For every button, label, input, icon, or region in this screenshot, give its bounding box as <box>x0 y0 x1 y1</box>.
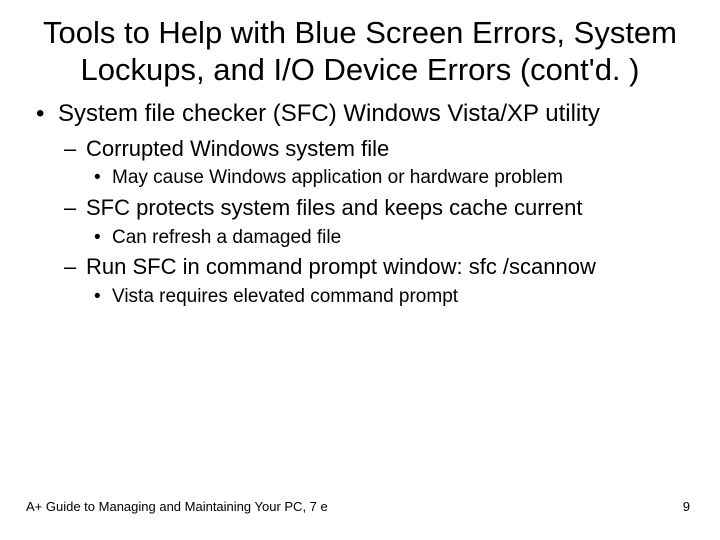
bullet-text: Can refresh a damaged file <box>112 227 341 248</box>
slide: Tools to Help with Blue Screen Errors, S… <box>0 0 720 540</box>
slide-number: 9 <box>683 499 690 514</box>
bullet-text: Corrupted Windows system file <box>86 136 389 161</box>
bullet-sub-sublist: May cause Windows application or hardwar… <box>86 165 692 191</box>
bullet-text: Run SFC in command prompt window: sfc /s… <box>86 254 596 279</box>
bullet-sublist: Corrupted Windows system file May cause … <box>58 134 692 310</box>
list-item: Corrupted Windows system file May cause … <box>58 134 692 191</box>
slide-title: Tools to Help with Blue Screen Errors, S… <box>0 0 720 88</box>
footer-source: A+ Guide to Managing and Maintaining You… <box>26 499 328 514</box>
bullet-text: SFC protects system files and keeps cach… <box>86 195 582 220</box>
list-item: Run SFC in command prompt window: sfc /s… <box>58 252 692 309</box>
bullet-list: System file checker (SFC) Windows Vista/… <box>28 98 692 309</box>
bullet-sub-sublist: Can refresh a damaged file <box>86 225 692 251</box>
bullet-text: May cause Windows application or hardwar… <box>112 167 563 188</box>
list-item: SFC protects system files and keeps cach… <box>58 193 692 250</box>
list-item: Vista requires elevated command prompt <box>86 284 692 310</box>
bullet-text: Vista requires elevated command prompt <box>112 286 458 307</box>
bullet-sub-sublist: Vista requires elevated command prompt <box>86 284 692 310</box>
list-item: May cause Windows application or hardwar… <box>86 165 692 191</box>
bullet-text: System file checker (SFC) Windows Vista/… <box>58 100 600 127</box>
list-item: System file checker (SFC) Windows Vista/… <box>28 98 692 309</box>
slide-body: System file checker (SFC) Windows Vista/… <box>0 88 720 309</box>
list-item: Can refresh a damaged file <box>86 225 692 251</box>
